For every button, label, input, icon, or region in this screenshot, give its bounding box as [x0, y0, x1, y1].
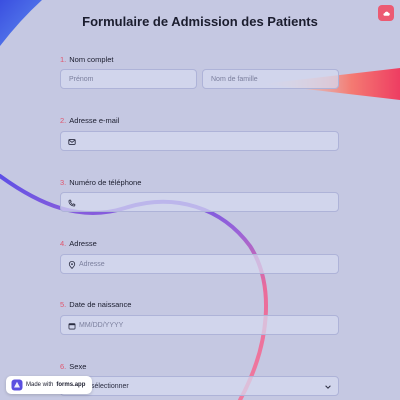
cloud-icon	[382, 11, 390, 16]
email-input[interactable]	[60, 131, 339, 151]
location-pin-icon	[68, 261, 76, 269]
phone-input[interactable]	[60, 192, 339, 212]
mail-icon	[68, 138, 76, 146]
address-label: 4. Adresse	[60, 239, 97, 248]
last-name-input[interactable]: Nom de famille	[202, 69, 339, 89]
first-name-input[interactable]: Prénom	[60, 69, 197, 89]
sex-label: 6. Sexe	[60, 362, 87, 371]
phone-icon	[68, 199, 76, 207]
address-input[interactable]: Adresse	[60, 254, 339, 274]
full-name-label: 1. Nom complet	[60, 55, 114, 64]
birthdate-label: 5. Date de naissance	[60, 300, 132, 309]
calendar-icon	[68, 322, 76, 330]
birthdate-input[interactable]: MM/DD/YYYY	[60, 315, 339, 335]
sex-select[interactable]: sélectionner	[60, 376, 339, 396]
chevron-down-icon	[325, 385, 331, 389]
phone-label: 3. Numéro de téléphone	[60, 178, 142, 187]
made-with-badge[interactable]: Made with forms.app	[6, 376, 93, 394]
badge-brand: forms.app	[56, 382, 86, 388]
form-title: Formulaire de Admission des Patients	[82, 14, 318, 29]
language-button[interactable]	[378, 5, 394, 21]
first-name-placeholder: Prénom	[69, 75, 94, 83]
last-name-placeholder: Nom de famille	[211, 75, 258, 83]
badge-prefix: Made with	[26, 382, 54, 388]
forms-app-logo-icon	[11, 379, 23, 391]
email-label: 2. Adresse e-mail	[60, 116, 120, 125]
